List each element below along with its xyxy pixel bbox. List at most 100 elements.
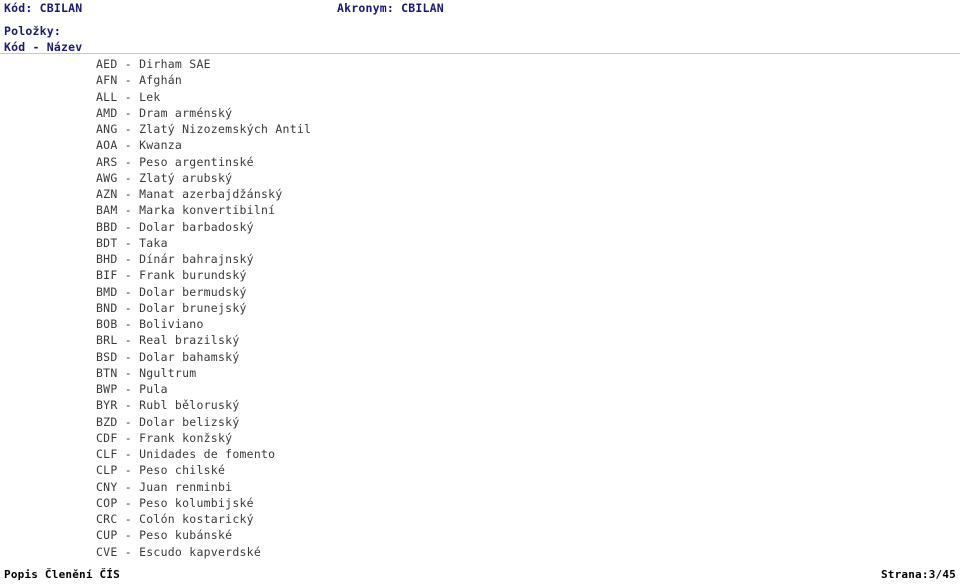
item-code: AWG <box>96 170 118 185</box>
item-separator: - <box>117 414 140 429</box>
item-separator: - <box>117 89 140 104</box>
item-name: Marka konvertibilní <box>139 203 276 218</box>
item-code: AMD <box>96 105 118 120</box>
item-name: Juan renminbi <box>139 479 233 494</box>
item-name: Dram arménský <box>139 105 233 120</box>
item-code: AZN <box>96 187 118 201</box>
item-separator: - <box>117 203 140 218</box>
item-name: Peso kolumbijské <box>139 495 254 510</box>
footer-page-number: Strana:3/45 <box>880 568 956 581</box>
list-item: BBD - Dolar barbadoský <box>96 219 856 235</box>
items-section-label: Položky: <box>4 24 61 38</box>
item-separator: - <box>117 512 140 526</box>
currency-code-list: AED - Dirham SAE AFN - Afghán ALL - Lek AMD… <box>96 56 856 560</box>
item-name: Dínár bahrajnský <box>139 252 254 266</box>
list-item: BIF - Frank burundský <box>96 267 856 283</box>
record-acronym: Akronym: CBILAN <box>337 1 444 15</box>
item-separator: - <box>117 447 140 461</box>
item-separator: - <box>117 430 140 445</box>
item-code: BWP <box>96 382 118 396</box>
item-code: BDT <box>96 235 118 250</box>
item-name: Dolar belizský <box>139 414 240 429</box>
item-code: ALL <box>96 89 118 104</box>
list-item: BYR - Rubl běloruský <box>96 397 856 413</box>
item-name: Real brazilský <box>139 333 240 348</box>
list-item: BWP - Pula <box>96 381 856 397</box>
item-name: Dolar bahamský <box>139 349 240 364</box>
item-code: CLP <box>96 463 118 478</box>
document-page: Kód: CBILAN Akronym: CBILAN Položky: Kód… <box>0 0 960 588</box>
item-code: AOA <box>96 138 118 153</box>
list-item: BSD - Dolar bahamský <box>96 349 856 365</box>
item-code: BBD <box>96 219 118 234</box>
item-code: BTN <box>96 365 118 380</box>
footer-document-title: Popis Členění ČÍS <box>4 568 120 581</box>
list-item: BHD - Dínár bahrajnský <box>96 251 856 267</box>
item-code: BZD <box>96 414 118 429</box>
item-separator: - <box>117 57 140 71</box>
item-code: BND <box>96 300 118 315</box>
item-code: ARS <box>96 154 118 169</box>
item-separator: - <box>117 382 140 396</box>
item-separator: - <box>117 398 140 413</box>
list-item: AOA - Kwanza <box>96 137 856 153</box>
item-separator: - <box>117 187 140 201</box>
item-name: Ngultrum <box>139 365 197 380</box>
list-item: CLF - Unidades de fomento <box>96 446 856 462</box>
item-code: CLF <box>96 447 118 461</box>
item-separator: - <box>117 333 140 348</box>
item-code: AED <box>96 57 118 71</box>
item-separator: - <box>117 154 140 169</box>
column-header: Kód - Název <box>4 40 83 54</box>
list-item: ALL - Lek <box>96 89 856 105</box>
list-item: CDF - Frank konžský <box>96 430 856 446</box>
item-separator: - <box>117 122 140 136</box>
item-name: Lek <box>139 89 161 104</box>
item-code: CUP <box>96 528 118 543</box>
list-item: AWG - Zlatý arubský <box>96 170 856 186</box>
item-code: BSD <box>96 349 118 364</box>
item-code: BYR <box>96 398 118 413</box>
item-name: Dolar bermudský <box>139 284 247 299</box>
item-code: ANG <box>96 122 118 136</box>
item-code: BRL <box>96 333 118 348</box>
item-name: Manat azerbajdžánský <box>139 187 283 201</box>
item-separator: - <box>117 300 140 315</box>
item-name: Colón kostarický <box>139 512 254 526</box>
item-separator: - <box>117 365 140 380</box>
list-item: AED - Dirham SAE <box>96 56 856 72</box>
item-name: Boliviano <box>139 317 204 331</box>
list-item: BTN - Ngultrum <box>96 365 856 381</box>
item-separator: - <box>117 235 140 250</box>
item-name: Zlatý Nizozemských Antil <box>139 122 312 136</box>
list-item: BRL - Real brazilský <box>96 332 856 348</box>
item-name: Escudo kapverdské <box>139 544 262 559</box>
item-separator: - <box>117 544 140 559</box>
item-name: Dolar brunejský <box>139 300 247 315</box>
list-item: BZD - Dolar belizský <box>96 414 856 430</box>
item-separator: - <box>117 268 140 283</box>
list-item: COP - Peso kolumbijské <box>96 495 856 511</box>
item-separator: - <box>117 463 140 478</box>
item-separator: - <box>117 138 140 153</box>
item-name: Peso chilské <box>139 463 226 478</box>
item-name: Taka <box>139 235 168 250</box>
item-name: Pula <box>139 382 168 396</box>
item-code: COP <box>96 495 118 510</box>
list-item: AMD - Dram arménský <box>96 105 856 121</box>
item-name: Kwanza <box>139 138 183 153</box>
list-item: BAM - Marka konvertibilní <box>96 202 856 218</box>
item-separator: - <box>117 528 140 543</box>
item-separator: - <box>117 219 140 234</box>
list-item: BND - Dolar brunejský <box>96 300 856 316</box>
item-code: BIF <box>96 268 118 283</box>
item-separator: - <box>117 317 140 331</box>
list-item: ANG - Zlatý Nizozemských Antil <box>96 121 856 137</box>
item-code: BMD <box>96 284 118 299</box>
item-separator: - <box>117 105 140 120</box>
list-item: ARS - Peso argentinské <box>96 154 856 170</box>
item-name: Zlatý arubský <box>139 170 233 185</box>
item-name: Frank burundský <box>139 268 247 283</box>
item-separator: - <box>117 73 140 88</box>
list-item: CVE - Escudo kapverdské <box>96 544 856 560</box>
